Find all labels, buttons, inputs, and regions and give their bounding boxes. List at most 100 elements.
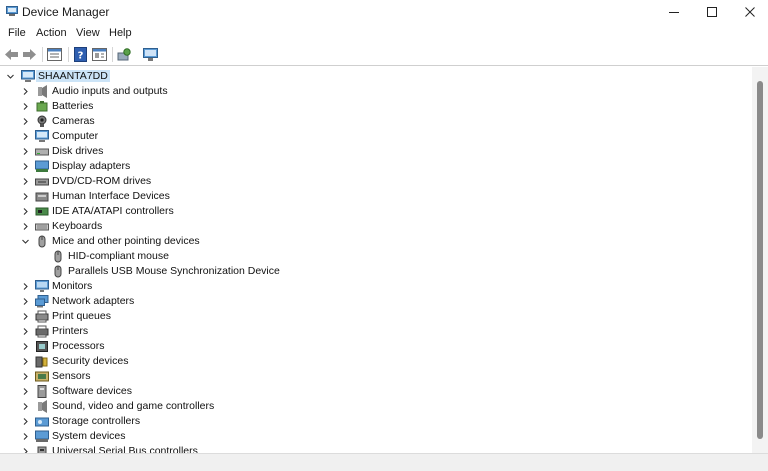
forward-button[interactable] bbox=[21, 46, 38, 63]
network-adapter-icon bbox=[35, 295, 49, 308]
computer-icon bbox=[35, 130, 49, 142]
device-tree[interactable]: SHAANTA7DD Audio inputs and outputs Batte… bbox=[0, 67, 752, 453]
properties-button[interactable] bbox=[46, 46, 63, 63]
battery-icon bbox=[36, 101, 48, 112]
collapse-chevron-icon[interactable] bbox=[6, 72, 15, 81]
tree-item-system-devices[interactable]: System devices bbox=[0, 429, 400, 444]
chevron-right-icon[interactable] bbox=[21, 222, 30, 231]
tree-child-parallels-usb-mouse-synchronization-device[interactable]: Parallels USB Mouse Synchronization Devi… bbox=[0, 264, 400, 279]
chevron-right-icon[interactable] bbox=[21, 312, 30, 321]
menu-file[interactable]: File bbox=[8, 27, 26, 39]
scrollbar-thumb[interactable] bbox=[757, 81, 763, 439]
tree-item-software-devices[interactable]: Software devices bbox=[0, 384, 400, 399]
tree-item-label: Mice and other pointing devices bbox=[52, 235, 200, 247]
display-adapter-icon bbox=[35, 160, 49, 172]
tree-item-label: Storage controllers bbox=[52, 415, 141, 427]
vertical-scrollbar[interactable] bbox=[752, 67, 768, 453]
tree-item-label: Audio inputs and outputs bbox=[52, 85, 168, 97]
tree-item-security-devices[interactable]: Security devices bbox=[0, 354, 400, 369]
tree-item-universal-serial-bus-controllers[interactable]: Universal Serial Bus controllers bbox=[0, 444, 400, 453]
tree-item-label: Sound, video and game controllers bbox=[52, 400, 215, 412]
menu-action[interactable]: Action bbox=[36, 27, 67, 39]
chevron-right-icon[interactable] bbox=[21, 402, 30, 411]
tree-item-computer[interactable]: Computer bbox=[0, 129, 400, 144]
tree-item-print-queues[interactable]: Print queues bbox=[0, 309, 400, 324]
chevron-right-icon[interactable] bbox=[21, 87, 30, 96]
maximize-button[interactable] bbox=[692, 0, 732, 24]
chevron-right-icon[interactable] bbox=[21, 372, 30, 381]
chevron-right-icon[interactable] bbox=[21, 132, 30, 141]
tree-item-label: Human Interface Devices bbox=[52, 190, 170, 202]
computer-root-icon bbox=[21, 70, 35, 82]
tree-item-processors[interactable]: Processors bbox=[0, 339, 400, 354]
usb-controller-icon bbox=[37, 446, 47, 453]
tree-item-keyboards[interactable]: Keyboards bbox=[0, 219, 400, 234]
chevron-right-icon[interactable] bbox=[21, 177, 30, 186]
mouse-device-icon bbox=[54, 265, 62, 278]
menu-view[interactable]: View bbox=[76, 27, 100, 39]
back-button[interactable] bbox=[3, 46, 20, 63]
tree-item-sound-video-and-game-controllers[interactable]: Sound, video and game controllers bbox=[0, 399, 400, 414]
tree-root[interactable]: SHAANTA7DD bbox=[0, 69, 200, 84]
tree-item-monitors[interactable]: Monitors bbox=[0, 279, 400, 294]
menu-help[interactable]: Help bbox=[109, 27, 132, 39]
ide-controller-icon bbox=[35, 207, 49, 216]
properties-icon bbox=[47, 48, 62, 61]
tree-item-human-interface-devices[interactable]: Human Interface Devices bbox=[0, 189, 400, 204]
chevron-right-icon[interactable] bbox=[21, 297, 30, 306]
tree-item-display-adapters[interactable]: Display adapters bbox=[0, 159, 400, 174]
toolbar-separator bbox=[68, 47, 69, 62]
printer-icon bbox=[35, 325, 49, 338]
chevron-right-icon[interactable] bbox=[21, 417, 30, 426]
computer-name: SHAANTA7DD bbox=[36, 70, 110, 82]
tree-item-audio-inputs-and-outputs[interactable]: Audio inputs and outputs bbox=[0, 84, 400, 99]
status-bar bbox=[0, 453, 768, 471]
chevron-right-icon[interactable] bbox=[21, 192, 30, 201]
chevron-right-icon[interactable] bbox=[21, 387, 30, 396]
chevron-right-icon[interactable] bbox=[21, 357, 30, 366]
tree-item-cameras[interactable]: Cameras bbox=[0, 114, 400, 129]
chevron-right-icon[interactable] bbox=[21, 432, 30, 441]
chevron-right-icon[interactable] bbox=[21, 282, 30, 291]
toolbar-separator bbox=[42, 47, 43, 62]
chevron-right-icon[interactable] bbox=[21, 207, 30, 216]
menu-bar: File Action View Help bbox=[0, 25, 768, 43]
tree-item-label: Printers bbox=[52, 325, 89, 337]
monitor-icon bbox=[143, 47, 158, 61]
chevron-right-icon[interactable] bbox=[21, 162, 30, 171]
chevron-down-icon[interactable] bbox=[21, 237, 30, 246]
chevron-right-icon[interactable] bbox=[21, 117, 30, 126]
chevron-right-icon[interactable] bbox=[21, 102, 30, 111]
tree-item-label: Monitors bbox=[52, 280, 93, 292]
tree-item-printers[interactable]: Printers bbox=[0, 324, 400, 339]
tree-item-storage-controllers[interactable]: Storage controllers bbox=[0, 414, 400, 429]
tree-item-ide-ata-atapi-controllers[interactable]: IDE ATA/ATAPI controllers bbox=[0, 204, 400, 219]
tree-item-sensors[interactable]: Sensors bbox=[0, 369, 400, 384]
scan-hardware-button[interactable] bbox=[116, 46, 133, 63]
tree-item-mice-and-other-pointing-devices[interactable]: Mice and other pointing devices bbox=[0, 234, 400, 249]
tree-child-hid-compliant-mouse[interactable]: HID-compliant mouse bbox=[0, 249, 400, 264]
tree-item-label: Sensors bbox=[52, 370, 91, 382]
hid-icon bbox=[35, 192, 49, 202]
disk-drive-icon bbox=[35, 148, 49, 156]
tree-item-batteries[interactable]: Batteries bbox=[0, 99, 400, 114]
tree-item-network-adapters[interactable]: Network adapters bbox=[0, 294, 400, 309]
close-button[interactable] bbox=[730, 0, 768, 24]
help-icon: ? bbox=[74, 47, 87, 62]
view-icon bbox=[92, 48, 107, 61]
help-button[interactable]: ? bbox=[72, 46, 89, 63]
tree-item-disk-drives[interactable]: Disk drives bbox=[0, 144, 400, 159]
toolbar-separator bbox=[112, 47, 113, 62]
view-button[interactable] bbox=[91, 46, 108, 63]
tree-item-label: System devices bbox=[52, 430, 126, 442]
chevron-right-icon[interactable] bbox=[21, 342, 30, 351]
title-bar: Device Manager bbox=[0, 0, 768, 24]
tree-item-label: Cameras bbox=[52, 115, 95, 127]
chevron-right-icon[interactable] bbox=[21, 327, 30, 336]
tree-item-dvd-cd-rom-drives[interactable]: DVD/CD-ROM drives bbox=[0, 174, 400, 189]
chevron-right-icon[interactable] bbox=[21, 147, 30, 156]
minimize-button[interactable] bbox=[654, 0, 694, 24]
camera-icon bbox=[37, 115, 47, 127]
monitor-button[interactable] bbox=[142, 46, 159, 63]
tree-item-label: Processors bbox=[52, 340, 105, 352]
